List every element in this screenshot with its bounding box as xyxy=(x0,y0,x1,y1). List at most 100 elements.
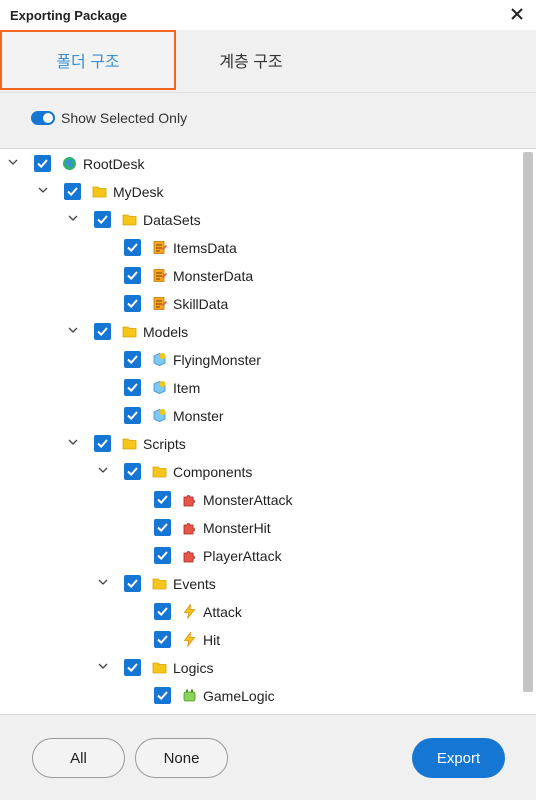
tree-checkbox[interactable] xyxy=(124,575,141,592)
tree-checkbox[interactable] xyxy=(124,379,141,396)
package-tree: RootDesk MyDesk DataSets ItemsData MonsterDa… xyxy=(0,148,536,715)
tree-item-label: Logics xyxy=(173,660,214,676)
tree-checkbox[interactable] xyxy=(124,267,141,284)
window-title: Exporting Package xyxy=(10,8,128,23)
tree-scrollbar[interactable] xyxy=(523,152,533,692)
tree-row[interactable]: Monster xyxy=(0,402,520,430)
event-icon xyxy=(182,631,197,647)
folder-icon xyxy=(122,324,137,339)
tree-item-label: RootDesk xyxy=(83,156,145,172)
close-icon[interactable] xyxy=(508,5,526,23)
tree-row[interactable]: DataSets xyxy=(0,206,520,234)
tree-row[interactable]: Attack xyxy=(0,598,520,626)
show-selected-only-toggle[interactable] xyxy=(31,111,55,125)
model-icon xyxy=(152,408,167,423)
folder-icon xyxy=(122,212,137,227)
tree-row[interactable]: MyDesk xyxy=(0,178,520,206)
tab-folder-structure[interactable]: 폴더 구조 xyxy=(0,30,176,90)
tree-item-label: MyDesk xyxy=(113,184,164,200)
component-icon xyxy=(182,520,197,535)
chevron-down-icon[interactable] xyxy=(67,436,79,448)
tree-item-label: Item xyxy=(173,380,201,396)
tree-item-label: PlayerAttack xyxy=(203,548,282,564)
root-icon xyxy=(62,156,77,171)
tree-item-label: DataSets xyxy=(143,212,201,228)
show-selected-only-label: Show Selected Only xyxy=(61,110,188,126)
tree-row[interactable]: Scripts xyxy=(0,430,520,458)
tree-row[interactable]: RootDesk xyxy=(0,150,520,178)
tree-checkbox[interactable] xyxy=(94,323,111,340)
export-button[interactable]: Export xyxy=(412,738,505,778)
tree-checkbox[interactable] xyxy=(124,659,141,676)
component-icon xyxy=(182,548,197,563)
chevron-down-icon[interactable] xyxy=(67,212,79,224)
tree-row[interactable]: PlayerAttack xyxy=(0,542,520,570)
component-icon xyxy=(182,492,197,507)
tree-checkbox[interactable] xyxy=(154,603,171,620)
logic-icon xyxy=(182,688,197,703)
tree-row[interactable]: Models xyxy=(0,318,520,346)
chevron-down-icon[interactable] xyxy=(37,184,49,196)
data-icon xyxy=(152,240,167,255)
tree-checkbox[interactable] xyxy=(124,351,141,368)
tree-checkbox[interactable] xyxy=(94,211,111,228)
tree-checkbox[interactable] xyxy=(154,631,171,648)
tree-checkbox[interactable] xyxy=(124,463,141,480)
tree-row[interactable]: SkillData xyxy=(0,290,520,318)
tree-row[interactable]: GameLogic xyxy=(0,682,520,710)
data-icon xyxy=(152,268,167,283)
tree-row[interactable]: MonsterHit xyxy=(0,514,520,542)
select-none-button[interactable]: None xyxy=(135,738,228,778)
chevron-down-icon[interactable] xyxy=(97,660,109,672)
tree-row[interactable]: Item xyxy=(0,374,520,402)
tree-checkbox[interactable] xyxy=(154,519,171,536)
folder-icon xyxy=(122,436,137,451)
tree-checkbox[interactable] xyxy=(124,407,141,424)
tree-checkbox[interactable] xyxy=(124,295,141,312)
tree-row[interactable]: Components xyxy=(0,458,520,486)
tree-item-label: Hit xyxy=(203,632,221,648)
tree-item-label: Attack xyxy=(203,604,242,620)
tree-row[interactable] xyxy=(0,710,520,714)
select-all-button[interactable]: All xyxy=(32,738,125,778)
tree-item-label: Components xyxy=(173,464,253,480)
tree-item-label: Events xyxy=(173,576,216,592)
tree-item-label: MonsterData xyxy=(173,268,254,284)
tree-item-label: SkillData xyxy=(173,296,229,312)
tree-row[interactable]: FlyingMonster xyxy=(0,346,520,374)
folder-icon xyxy=(92,184,107,199)
chevron-down-icon[interactable] xyxy=(97,464,109,476)
tree-row[interactable]: Events xyxy=(0,570,520,598)
tree-checkbox[interactable] xyxy=(154,547,171,564)
chevron-down-icon[interactable] xyxy=(7,156,19,168)
tree-checkbox[interactable] xyxy=(154,687,171,704)
event-icon xyxy=(182,603,197,619)
tree-checkbox[interactable] xyxy=(124,239,141,256)
tree-checkbox[interactable] xyxy=(94,435,111,452)
tree-row[interactable]: ItemsData xyxy=(0,234,520,262)
tree-row[interactable]: Logics xyxy=(0,654,520,682)
options-bar: Show Selected Only xyxy=(0,92,536,148)
tree-item-label: GameLogic xyxy=(203,688,275,704)
tree-row[interactable]: MonsterData xyxy=(0,262,520,290)
folder-icon xyxy=(152,660,167,675)
tab-bar: 폴더 구조 계층 구조 xyxy=(0,30,536,90)
tree-checkbox[interactable] xyxy=(34,155,51,172)
tree-checkbox[interactable] xyxy=(64,183,81,200)
folder-icon xyxy=(152,576,167,591)
tree-item-label: ItemsData xyxy=(173,240,237,256)
tree-row[interactable]: MonsterAttack xyxy=(0,486,520,514)
model-icon xyxy=(152,352,167,367)
tree-checkbox[interactable] xyxy=(154,491,171,508)
tree-item-label: MonsterAttack xyxy=(203,492,293,508)
model-icon xyxy=(152,380,167,395)
tab-hierarchy-structure[interactable]: 계층 구조 xyxy=(176,30,326,90)
tree-item-label: Models xyxy=(143,324,189,340)
chevron-down-icon[interactable] xyxy=(67,324,79,336)
tree-item-label: Scripts xyxy=(143,436,186,452)
data-icon xyxy=(152,296,167,311)
chevron-down-icon[interactable] xyxy=(97,576,109,588)
tree-item-label: MonsterHit xyxy=(203,520,271,536)
tree-row[interactable]: Hit xyxy=(0,626,520,654)
footer: All None Export xyxy=(0,716,536,800)
